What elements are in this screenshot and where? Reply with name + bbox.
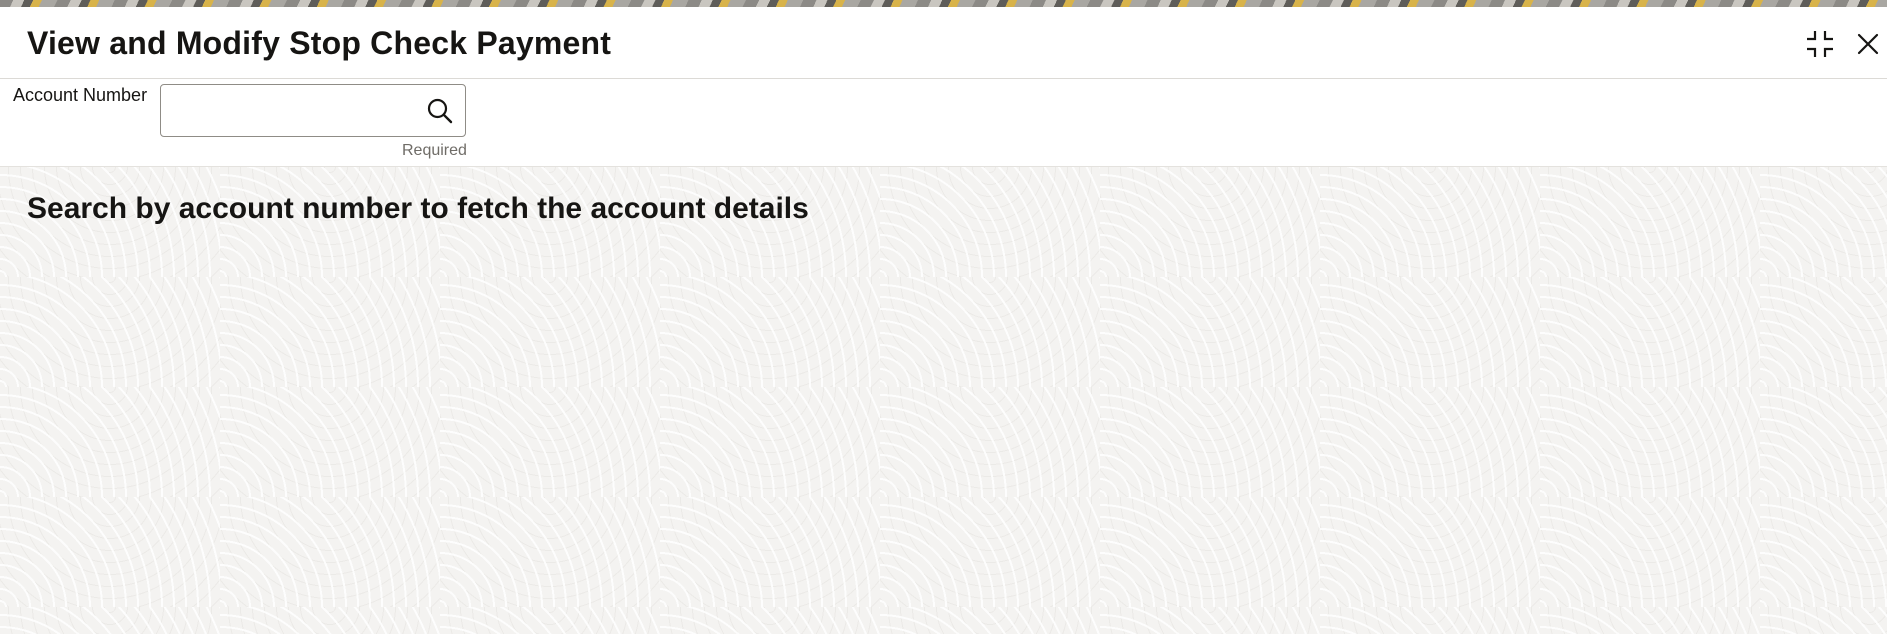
search-icon xyxy=(427,98,453,124)
search-form: Account Number Required xyxy=(0,80,1887,167)
account-number-label: Account Number xyxy=(13,85,148,105)
page-title: View and Modify Stop Check Payment xyxy=(27,25,612,61)
top-banner-strip xyxy=(0,0,1887,7)
collapse-icon xyxy=(1807,31,1833,57)
page-header: View and Modify Stop Check Payment xyxy=(0,7,1887,79)
empty-state-message: Search by account number to fetch the ac… xyxy=(27,192,809,225)
close-button[interactable] xyxy=(1851,27,1885,61)
required-hint: Required xyxy=(402,142,467,159)
search-button[interactable] xyxy=(425,96,455,126)
close-icon xyxy=(1857,33,1879,55)
account-number-field[interactable] xyxy=(160,84,466,138)
account-number-input[interactable] xyxy=(171,85,415,138)
main-content: Search by account number to fetch the ac… xyxy=(0,167,1887,634)
collapse-button[interactable] xyxy=(1803,27,1837,61)
